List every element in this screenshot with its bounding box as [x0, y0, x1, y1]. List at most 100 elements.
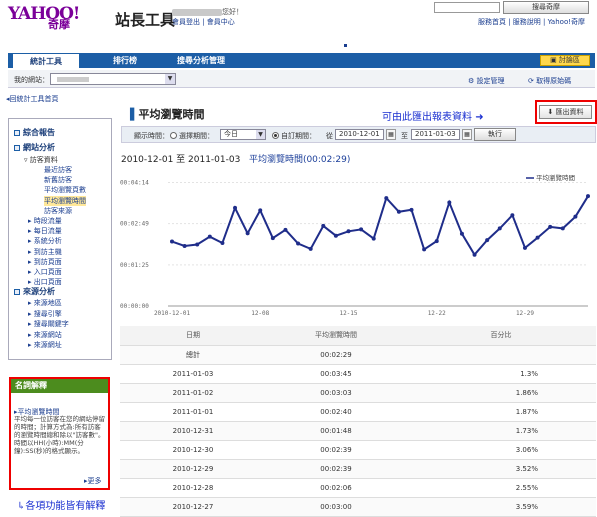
username-blurred [172, 8, 222, 16]
radio-choose-period[interactable]: 選擇期間： [170, 131, 214, 141]
tab-search-analysis[interactable]: 搜尋分析管理 [166, 53, 236, 68]
data-point[interactable] [409, 207, 414, 212]
data-point[interactable] [170, 239, 174, 244]
data-point[interactable] [220, 241, 225, 246]
data-point[interactable] [371, 236, 376, 241]
top-links[interactable]: 服務首頁 | 服務說明 | Yahoo!奇摩 [478, 17, 585, 27]
data-point[interactable] [245, 231, 250, 236]
sidebar-item[interactable]: ▸ 來源網址 [28, 340, 62, 350]
data-point[interactable] [422, 247, 427, 252]
data-point[interactable] [195, 242, 200, 247]
data-point[interactable] [207, 234, 212, 239]
table-row: 2010-12-27 00:03:00 3.59% [120, 497, 596, 517]
data-point[interactable] [321, 223, 326, 228]
tab-rankings[interactable]: 排行榜 [86, 53, 164, 68]
search-button[interactable]: 搜尋奇摩 [503, 1, 589, 14]
data-point[interactable] [472, 252, 477, 257]
tab-stats-tools[interactable]: 統計工具 [12, 53, 80, 68]
sidebar-item[interactable]: ▿ 訪客資料 [24, 155, 58, 165]
sidebar-item[interactable]: ▸ 每日流量 [28, 226, 62, 236]
sidebar-item-label: 到訪頁面 [33, 257, 62, 266]
sidebar-item[interactable]: ▸ 時段流量 [28, 216, 62, 226]
data-point[interactable] [535, 235, 540, 240]
data-point[interactable] [485, 238, 490, 243]
sidebar-item[interactable]: 訪客來源 [44, 206, 72, 216]
site-select[interactable]: ▼ [50, 73, 176, 85]
x-tick-label: 12-22 [428, 310, 446, 317]
run-button[interactable]: 執行 [474, 128, 516, 141]
sidebar-item[interactable]: ▸ 到訪主機 [28, 247, 62, 257]
sidebar-item[interactable]: 平均瀏覽時間 [44, 195, 86, 206]
data-point[interactable] [296, 241, 301, 246]
column-header-percent[interactable]: 百分比 [406, 326, 596, 346]
code-icon: ⟳ [528, 77, 537, 85]
settings-link[interactable]: ⚙ 設定管理 [468, 76, 505, 86]
table-row: 2010-12-28 00:02:06 2.55% [120, 478, 596, 498]
sidebar-item[interactable]: 新舊訪客 [44, 175, 72, 185]
export-button[interactable]: ⬇ 匯出資料 [539, 105, 592, 119]
sidebar-item[interactable]: 最近訪客 [44, 165, 72, 175]
sidebar-item[interactable]: 來源分析 [14, 286, 55, 297]
calendar-icon[interactable]: ▦ [386, 129, 396, 140]
sidebar-item[interactable]: ▸ 到訪頁面 [28, 257, 62, 267]
data-point[interactable] [233, 205, 238, 210]
to-date-input[interactable]: 2011-01-03 [411, 129, 460, 140]
glossary-text: 平均每一位訪客在您的網站停留的時間；計算方式為:所有訪客的瀏覽時間總和除以"訪客… [14, 415, 105, 455]
data-point[interactable] [560, 226, 565, 231]
section-icon [14, 145, 20, 151]
search-input[interactable] [434, 2, 500, 13]
cell-percent: 3.59% [406, 497, 596, 517]
table-row: 2010-12-31 00:01:48 1.73% [120, 421, 596, 441]
sidebar-item-label: 時段流量 [33, 217, 62, 225]
section-icon [14, 289, 20, 295]
data-point[interactable] [522, 245, 527, 250]
data-point[interactable] [586, 194, 590, 199]
data-point[interactable] [359, 227, 364, 232]
data-point[interactable] [182, 243, 187, 248]
data-point[interactable] [510, 213, 515, 218]
sidebar-item[interactable]: ▸ 搜尋關鍵字 [28, 319, 69, 329]
data-point[interactable] [447, 200, 452, 205]
cell-avg-time: 00:02:39 [266, 459, 406, 479]
get-code-link[interactable]: ⟳ 取得原始碼 [528, 76, 571, 86]
data-point[interactable] [258, 208, 263, 213]
forum-button[interactable]: ▣ 討論區 [540, 55, 590, 66]
column-header-avg-time[interactable]: 平均瀏覽時間 [266, 326, 406, 346]
from-date-input[interactable]: 2010-12-01 [335, 129, 384, 140]
data-point[interactable] [270, 236, 275, 241]
cell-date: 2010-12-29 [120, 459, 266, 479]
sidebar-item[interactable]: 綜合報告 [14, 127, 55, 138]
data-point[interactable] [346, 229, 351, 234]
user-links[interactable]: 會員登出 | 會員中心 [172, 17, 235, 27]
cell-avg-time: 00:03:45 [266, 364, 406, 384]
column-header-date[interactable]: 日期 [120, 326, 266, 346]
data-point[interactable] [396, 209, 401, 214]
table-row: 2010-12-30 00:02:39 3.06% [120, 440, 596, 460]
sidebar-item[interactable]: ▸ 搜尋引擎 [28, 309, 62, 319]
sidebar-item[interactable]: ▸ 來源地區 [28, 298, 62, 308]
sidebar-item[interactable]: ▸ 入口頁面 [28, 267, 62, 277]
sidebar-item[interactable]: ▸ 來源網站 [28, 330, 62, 340]
sidebar-item-label: 訪客資料 [29, 156, 58, 164]
calendar-icon[interactable]: ▦ [462, 129, 472, 140]
data-point[interactable] [384, 196, 389, 201]
sidebar-item[interactable]: 平均瀏覽頁數 [44, 185, 86, 195]
data-point[interactable] [308, 246, 313, 251]
date-range: 2010-12-01 至 2011-01-03 平均瀏覽時間(00:02:29) [121, 155, 351, 165]
data-point[interactable] [497, 226, 502, 231]
data-point[interactable] [283, 227, 288, 232]
data-point[interactable] [573, 214, 578, 219]
radio-custom-period[interactable]: 自訂期間： [272, 131, 316, 141]
period-select[interactable]: 今日 ▼ [220, 129, 266, 140]
cell-avg-time: 00:02:39 [266, 440, 406, 460]
data-point[interactable] [548, 224, 553, 229]
sidebar-item[interactable]: ▸ 系統分析 [28, 236, 62, 246]
data-point[interactable] [434, 239, 439, 244]
back-link[interactable]: ◂回統計工具首頁 [6, 94, 59, 104]
arrow-right-icon: ➜ [475, 112, 484, 123]
sidebar-item[interactable]: 網站分析 [14, 142, 55, 153]
radio-icon [170, 132, 177, 139]
glossary-more-link[interactable]: ▸更多 [84, 476, 102, 486]
data-point[interactable] [459, 231, 464, 236]
data-point[interactable] [333, 233, 338, 238]
